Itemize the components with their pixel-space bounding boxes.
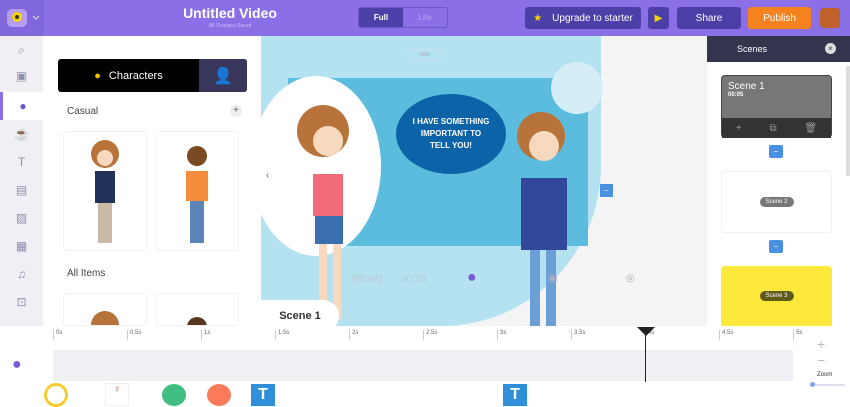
app-logo[interactable]	[0, 0, 44, 36]
scene-card-2[interactable]: Scene 2	[721, 171, 832, 233]
character-track-icon: ●	[12, 356, 22, 373]
add-user-icon: 👤	[213, 67, 233, 85]
props-icon[interactable]: ▣	[0, 62, 43, 90]
timeline-tick: 0s	[53, 330, 62, 340]
timeline-element-shape[interactable]	[207, 384, 231, 406]
camera-focus-icon[interactable]: ◎	[626, 273, 635, 284]
scene-duration[interactable]: [00:04]	[351, 274, 382, 285]
section-all-items: All Items	[67, 268, 106, 279]
timeline-element-text[interactable]: T	[503, 384, 527, 406]
user-avatar[interactable]	[820, 8, 840, 28]
text-icon[interactable]: T	[0, 148, 43, 176]
section-casual: Casual	[67, 106, 99, 117]
timeline-element-text[interactable]: T	[251, 384, 275, 406]
insert-scene-button[interactable]: −	[769, 145, 783, 158]
publish-button[interactable]: Publish	[748, 7, 811, 29]
character-man[interactable]	[506, 106, 586, 326]
timeline-tick: 3.5s	[571, 330, 585, 340]
search-icon[interactable]: ⌕	[0, 36, 43, 64]
images-icon[interactable]: ▨	[0, 204, 43, 232]
screen-icon[interactable]: ▣	[548, 273, 557, 284]
characters-icon[interactable]: ●	[0, 92, 43, 120]
timeline-tick: 0.5s	[127, 330, 141, 340]
collapse-panel-button[interactable]: ‹	[261, 138, 274, 214]
duplicate-icon[interactable]: ⧉	[769, 123, 776, 134]
timeline-tick: 3s	[497, 330, 506, 340]
timeline-element-bubble[interactable]	[162, 384, 186, 406]
add-icon[interactable]: +	[230, 105, 242, 117]
upgrade-button[interactable]: ★ Upgrade to starter	[525, 7, 641, 29]
library-tabs: ● Characters 👤	[58, 59, 247, 92]
character-thumbnail	[91, 140, 119, 243]
character-card[interactable]	[155, 131, 239, 251]
timeline-tick: 2s	[349, 330, 358, 340]
zoom-in-button[interactable]: +	[817, 336, 825, 352]
mode-toggle: Full Lite	[358, 7, 448, 28]
timeline-element-circle[interactable]	[44, 383, 68, 407]
scene-2-label: Scene 2	[759, 197, 794, 207]
scenes-title: Scenes	[737, 44, 768, 54]
mode-full-button[interactable]: Full	[359, 8, 403, 27]
zoom-label: Zoom	[817, 372, 833, 378]
add-element-button[interactable]: −	[600, 184, 613, 197]
character-avatar-icon[interactable]: ●	[467, 269, 477, 287]
scenes-panel: Scenes × Scene 1 00:05 + ⧉ 🗑 − Scene 2 − S…	[707, 36, 850, 328]
timeline-element-character[interactable]: ♀	[105, 383, 129, 406]
coffee-icon[interactable]: ☕	[0, 120, 43, 148]
character-card[interactable]	[63, 131, 147, 251]
video-title[interactable]: Untitled Video	[150, 5, 310, 21]
scene-3-label: Scene 3	[759, 291, 794, 301]
total-duration: 00:28	[401, 274, 427, 285]
insert-scene-button[interactable]: −	[769, 240, 783, 253]
tab-characters[interactable]: ● Characters	[58, 59, 199, 92]
share-button[interactable]: Share	[677, 7, 741, 29]
add-scene-icon[interactable]: +	[736, 123, 742, 134]
upgrade-label: Upgrade to starter	[552, 12, 633, 24]
tool-rail: ⌕ ▣ ● ☕ T ▤ ▨ ▦ ♫ ⊡	[0, 36, 43, 326]
timeline-track[interactable]	[53, 350, 793, 381]
canvas-area: 60% I HAVE SOMETHING IMPORTANT TO TELL Y…	[261, 36, 707, 326]
star-icon: ★	[533, 12, 543, 24]
timeline-tick: 5s	[793, 330, 802, 340]
character-thumbnail	[186, 146, 208, 243]
speech-bubble[interactable]: I HAVE SOMETHING IMPORTANT TO TELL YOU!	[396, 94, 506, 174]
character-card[interactable]	[155, 293, 239, 326]
timeline: 0s 0.5s 1s 1.5s 2s 2.5s 3s 3.5s 4s 4.5s 5s ● ♀ T T…	[0, 326, 850, 407]
scenes-header: Scenes ×	[707, 36, 850, 62]
zoom-out-button[interactable]: −	[817, 352, 825, 368]
preview-play-button[interactable]: ▶	[648, 7, 669, 29]
scene-1-duration: 00:05	[728, 92, 744, 98]
close-icon[interactable]: ×	[825, 43, 836, 54]
tab-add-character[interactable]: 👤	[199, 59, 247, 92]
zoom-slider[interactable]	[810, 382, 845, 387]
upload-icon[interactable]: ⊡	[0, 288, 43, 316]
music-icon[interactable]: ♫	[0, 260, 43, 288]
timeline-tick: 1.5s	[275, 330, 289, 340]
scene-card-3[interactable]: Scene 3	[721, 266, 832, 328]
backgrounds-icon[interactable]: ▤	[0, 176, 43, 204]
save-status: All Changes Saved	[208, 23, 252, 29]
tab-characters-label: Characters	[108, 69, 163, 82]
scene-name-pill[interactable]: Scene 1	[261, 300, 339, 326]
character-card[interactable]	[63, 293, 147, 326]
scene-1-name: Scene 1	[728, 81, 765, 92]
play-icon: ▶	[654, 12, 663, 24]
timeline-tick: 4.5s	[719, 330, 733, 340]
scene-card-1[interactable]: Scene 1 00:05 + ⧉ 🗑	[721, 75, 832, 138]
character-woman[interactable]	[283, 96, 373, 326]
video-icon[interactable]: ▦	[0, 232, 43, 260]
playhead-handle[interactable]	[637, 327, 655, 336]
timeline-tick: 1s	[201, 330, 210, 340]
trash-icon[interactable]: 🗑	[804, 123, 817, 134]
top-bar: Untitled Video All Changes Saved Full Li…	[0, 0, 850, 36]
mode-lite-button[interactable]: Lite	[403, 8, 447, 27]
user-icon: ●	[94, 69, 101, 82]
playhead[interactable]	[645, 328, 646, 382]
zoom-dropdown[interactable]: 60%	[407, 49, 443, 60]
scrollbar[interactable]	[846, 66, 850, 176]
timeline-tick: 2.5s	[423, 330, 437, 340]
